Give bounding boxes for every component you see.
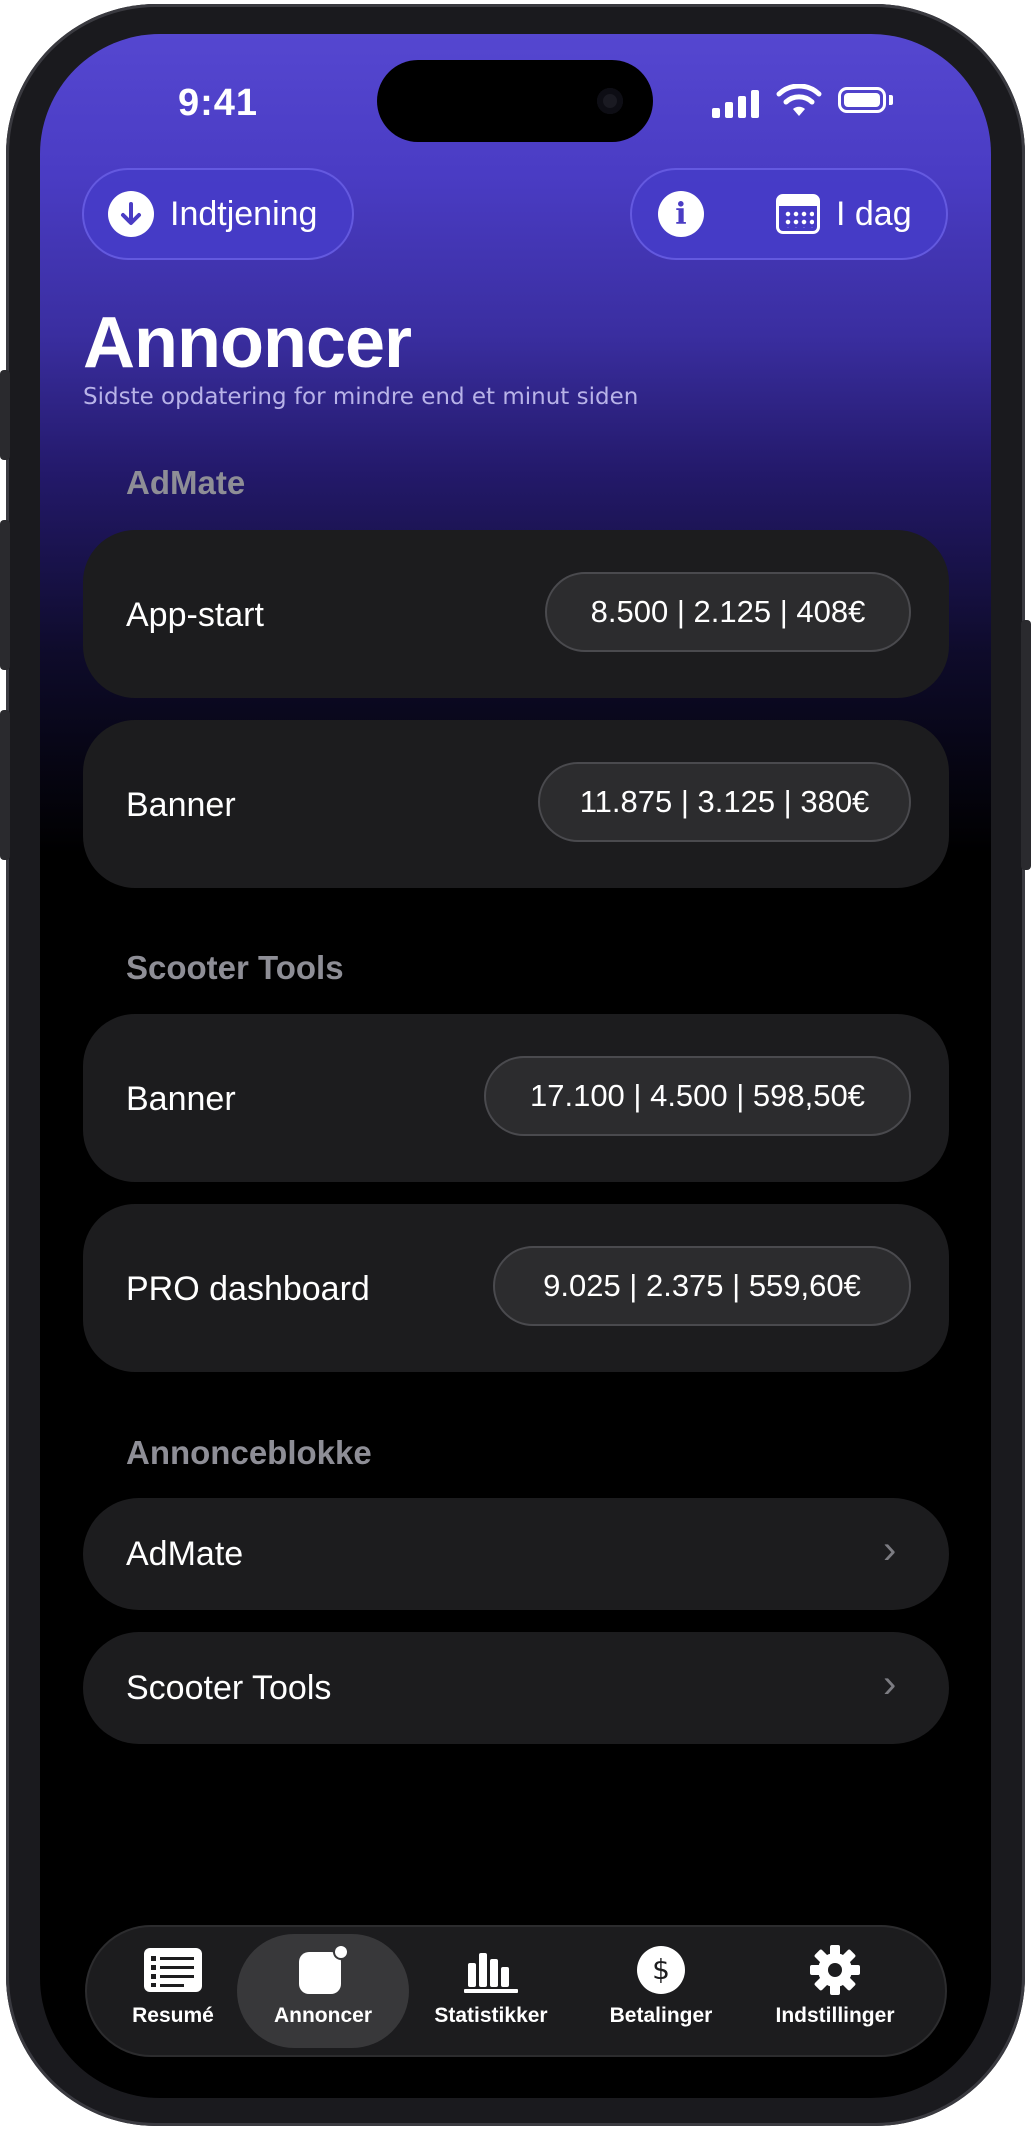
battery-tip (889, 95, 893, 105)
dollar-icon: $ (586, 1944, 736, 1996)
status-time: 9:41 (178, 82, 259, 124)
tab-ads[interactable]: Annoncer (248, 1944, 398, 2028)
tab-label: Statistikker (434, 2004, 548, 2027)
ad-card-pro-dashboard[interactable]: PRO dashboard 9.025 | 2.375 | 559,60€ (83, 1204, 949, 1372)
section-title-ad-blocks: Annonceblokke (126, 1434, 372, 1471)
tab-settings[interactable]: Indstillinger (760, 1944, 910, 2028)
arrow-down-circle-icon (108, 191, 154, 237)
tab-payments[interactable]: $ Betalinger (586, 1944, 736, 2028)
ad-card-label: PRO dashboard (126, 1270, 370, 1308)
tab-statistics[interactable]: Statistikker (416, 1944, 566, 2028)
battery-icon (838, 87, 886, 113)
volume-down-button (0, 710, 10, 860)
gear-icon (760, 1944, 910, 1996)
wifi-icon (776, 84, 822, 116)
ad-stats-badge: 9.025 | 2.375 | 559,60€ (493, 1246, 911, 1326)
ad-stats-badge: 11.875 | 3.125 | 380€ (538, 762, 911, 842)
section-title-scooter-tools: Scooter Tools (126, 949, 344, 986)
bar-chart-icon (416, 1944, 566, 1996)
chevron-right-icon: › (883, 1662, 897, 1706)
ad-stats-badge: 17.100 | 4.500 | 598,50€ (484, 1056, 911, 1136)
tab-label: Indstillinger (775, 2004, 895, 2027)
ad-block-row-admate[interactable]: AdMate › (83, 1498, 949, 1610)
tab-label: Resumé (132, 2004, 214, 2027)
ad-card-label: Banner (126, 1080, 236, 1118)
ad-block-label: Scooter Tools (126, 1669, 332, 1707)
ads-icon (248, 1944, 398, 1996)
power-button (1021, 620, 1031, 870)
ad-block-label: AdMate (126, 1535, 244, 1573)
chevron-right-icon: › (883, 1528, 897, 1572)
calendar-icon[interactable] (776, 194, 820, 234)
tab-label: Betalinger (609, 2004, 713, 2027)
date-filter-label[interactable]: I dag (836, 195, 912, 234)
ad-card-label: App-start (126, 596, 264, 634)
ad-card-label: Banner (126, 786, 236, 824)
ad-block-row-scooter-tools[interactable]: Scooter Tools › (83, 1632, 949, 1744)
screen: 9:41 Indtjening i I dag Annoncer Sidste … (40, 34, 991, 2098)
info-icon[interactable]: i (658, 191, 704, 237)
last-updated-text: Sidste opdatering for mindre end et minu… (83, 384, 639, 410)
svg-text:$: $ (652, 1953, 670, 1986)
earnings-label: Indtjening (170, 194, 318, 233)
mute-switch (0, 370, 10, 460)
tab-resume[interactable]: Resumé (98, 1944, 248, 2028)
earnings-button[interactable]: Indtjening (82, 168, 354, 260)
section-title-admate: AdMate (126, 464, 246, 501)
ad-card-banner[interactable]: Banner 17.100 | 4.500 | 598,50€ (83, 1014, 949, 1182)
info-date-pill: i I dag (630, 168, 948, 260)
volume-up-button (0, 520, 10, 670)
ad-stats-badge: 8.500 | 2.125 | 408€ (545, 572, 911, 652)
ad-card-banner[interactable]: Banner 11.875 | 3.125 | 380€ (83, 720, 949, 888)
signal-icon (712, 88, 759, 118)
list-icon (98, 1944, 248, 1996)
front-camera (597, 88, 623, 114)
tab-label: Annoncer (273, 2004, 372, 2027)
page-title: Annoncer (83, 303, 412, 383)
ad-card-app-start[interactable]: App-start 8.500 | 2.125 | 408€ (83, 530, 949, 698)
